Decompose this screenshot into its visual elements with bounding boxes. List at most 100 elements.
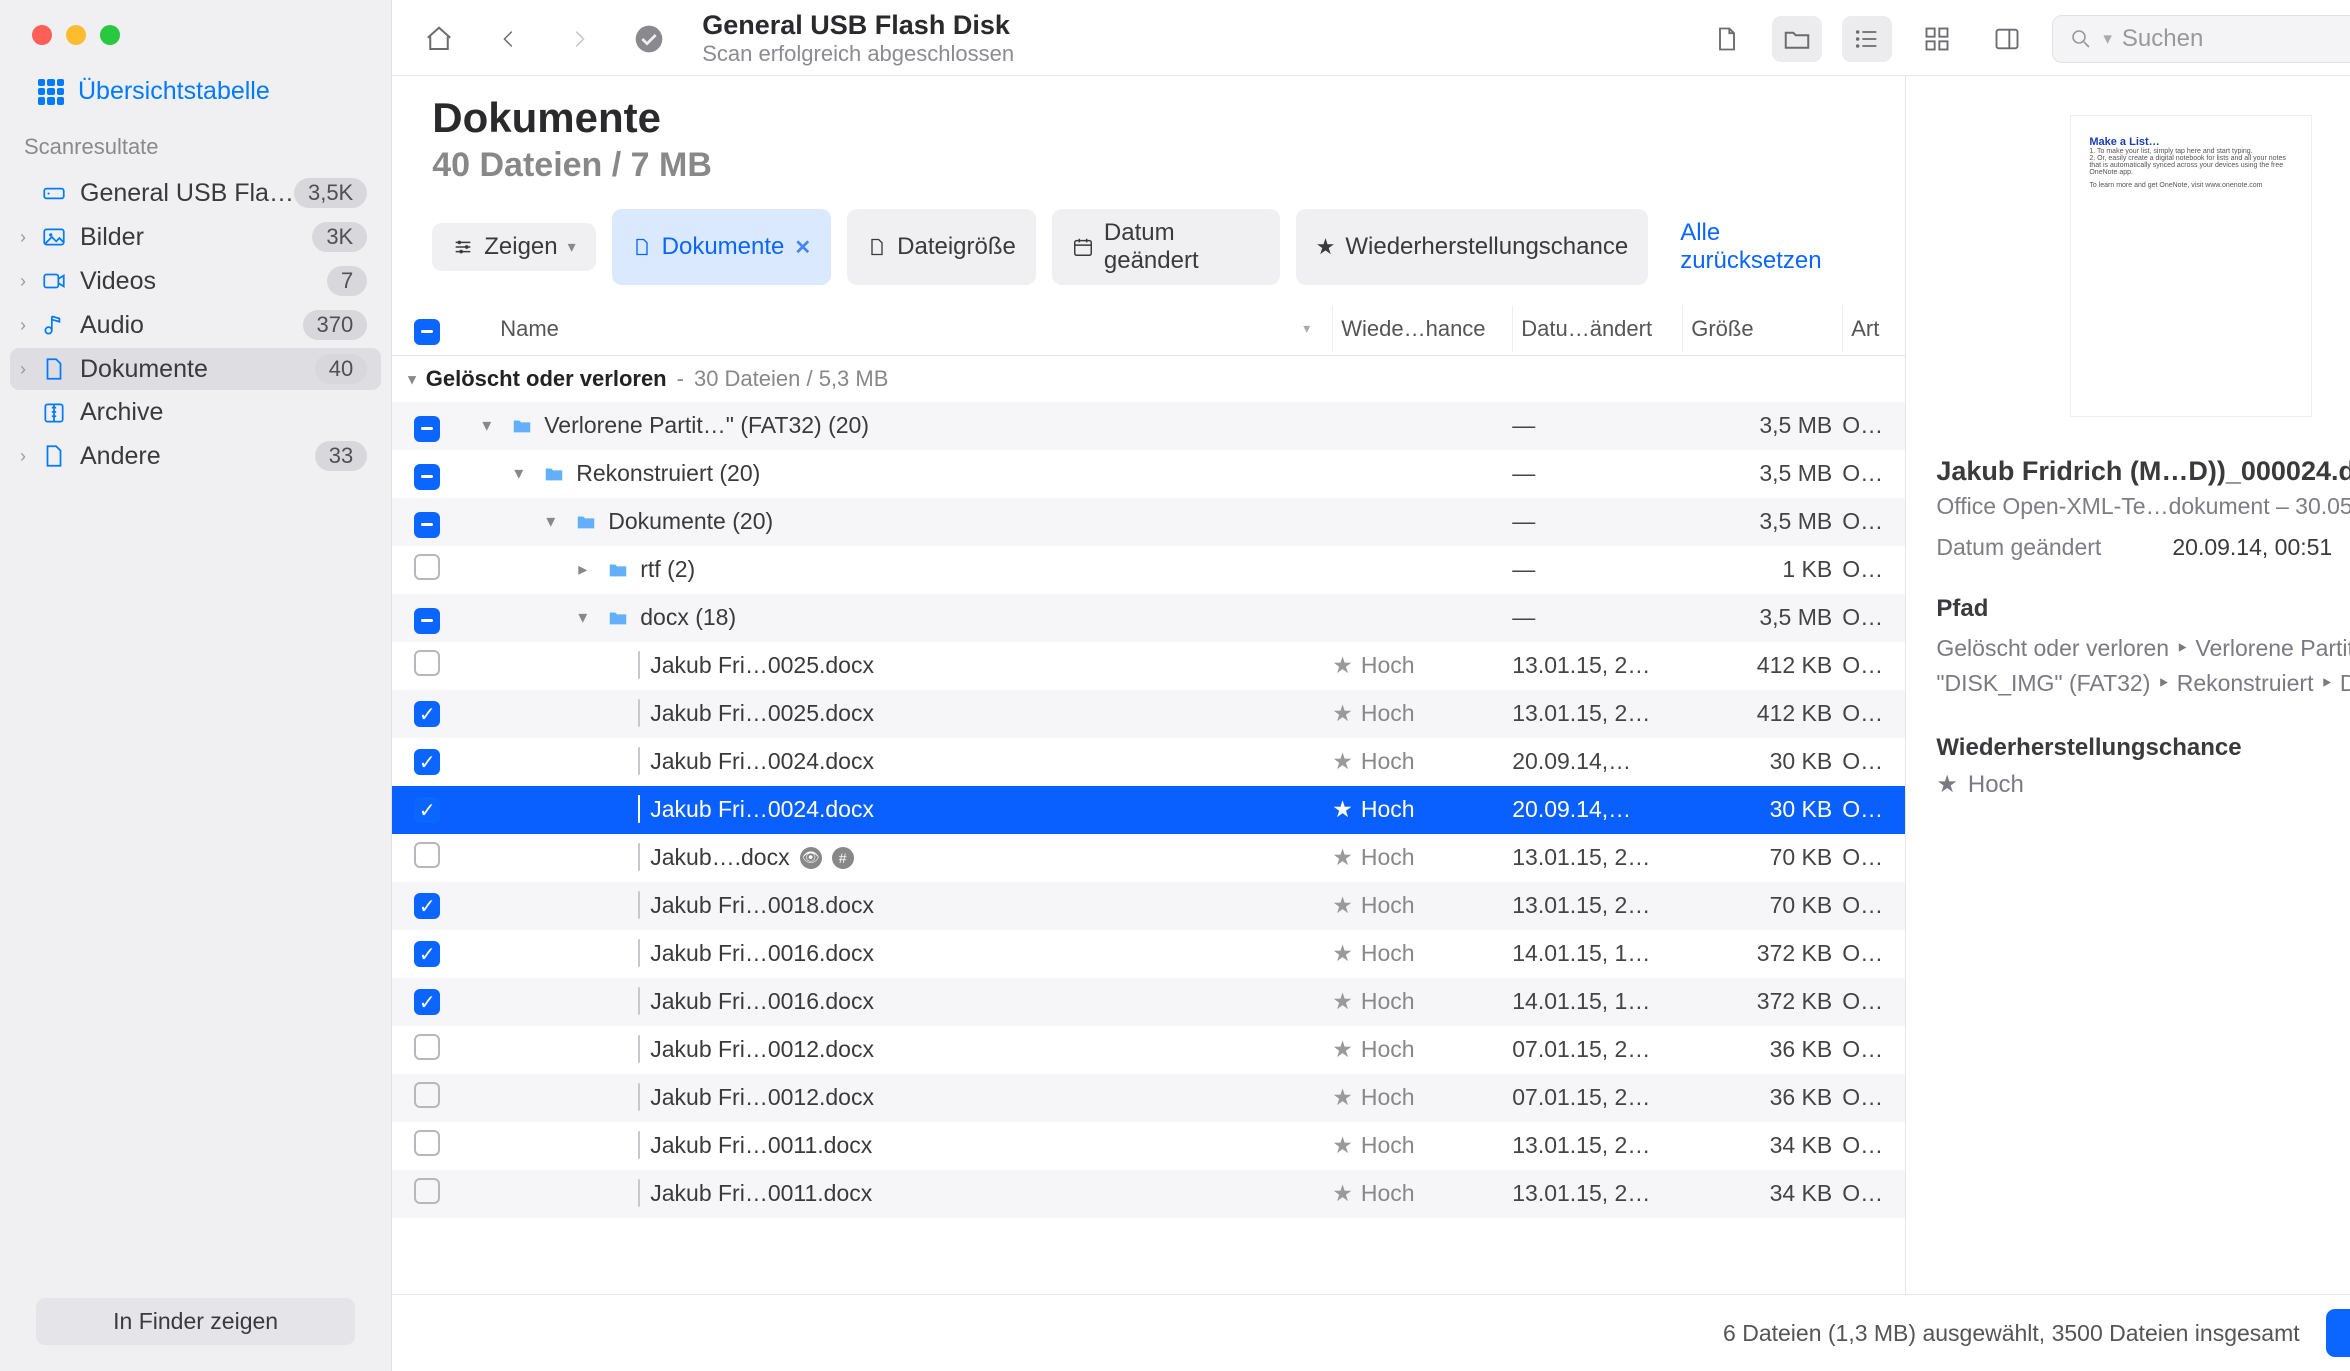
minimize-window-button[interactable] [66,25,86,45]
search-field[interactable]: ▾ Suchen [2052,15,2350,63]
row-checkbox[interactable] [414,608,440,634]
disclosure-icon[interactable]: ▾ [514,463,532,484]
column-size[interactable]: Größe [1682,306,1842,352]
row-checkbox[interactable] [414,464,440,490]
row-size: 412 KB [1682,652,1842,679]
folder-row[interactable]: ▾ Dokumente (20) — 3,5 MB Ordner [392,498,1905,546]
column-kind[interactable]: Art [1842,306,1887,352]
row-checkbox[interactable]: ✓ [414,749,440,775]
sidebar-item-andere[interactable]: › Andere 33 [10,435,381,477]
column-name[interactable]: Name [470,316,1293,342]
row-name: rtf (2) [640,556,695,583]
row-size: 36 KB [1682,1036,1842,1063]
remove-chip-icon[interactable]: ✕ [794,235,811,260]
file-row[interactable]: ✓ Jakub Fri…0025.docx ★Hoch 13.01.15, 2…… [392,690,1905,738]
title-block: General USB Flash Disk Scan erfolgreich … [694,10,1682,67]
file-row[interactable]: Jakub Fri…0012.docx ★Hoch 07.01.15, 2… 3… [392,1026,1905,1074]
row-size: 30 KB [1682,748,1842,775]
file-row[interactable]: ✓ Jakub Fri…0018.docx ★Hoch 13.01.15, 2…… [392,882,1905,930]
row-name: Jakub Fri…0011.docx [650,1180,872,1207]
row-checkbox[interactable]: ✓ [414,701,440,727]
disclosure-icon[interactable]: ▾ [482,415,500,436]
disclosure-icon[interactable]: ▾ [578,607,596,628]
sidebar-item-videos[interactable]: › Videos 7 [10,260,381,302]
recover-button[interactable]: Retten [2326,1309,2350,1357]
filter-chip-wiederherstellungschance[interactable]: ★Wiederherstellungschance [1296,209,1649,285]
row-checkbox[interactable] [414,842,440,868]
row-checkbox[interactable]: ✓ [414,989,440,1015]
sidebar-item-label: Audio [80,311,303,340]
column-date[interactable]: Datu…ändert [1512,306,1682,352]
folder-row[interactable]: ▸ rtf (2) — 1 KB Ordner [392,546,1905,594]
group-header[interactable]: ▾ Gelöscht oder verloren - 30 Dateien / … [392,356,1905,402]
folder-row[interactable]: ▾ Verlorene Partit…" (FAT32) (20) — 3,5 … [392,402,1905,450]
folder-view-button[interactable] [1772,16,1822,62]
row-checkbox[interactable] [414,512,440,538]
file-row[interactable]: Jakub Fri…0025.docx ★Hoch 13.01.15, 2… 4… [392,642,1905,690]
filter-chip-datumgendert[interactable]: Datum geändert [1052,209,1280,285]
file-row[interactable]: ✓ Jakub Fri…0024.docx ★Hoch 20.09.14,… 3… [392,738,1905,786]
filter-chip-dateigre[interactable]: Dateigröße [847,209,1036,285]
back-button[interactable] [484,16,534,62]
chip-icon [1072,236,1094,258]
row-checkbox[interactable] [414,1130,440,1156]
reset-filters-button[interactable]: Alle zurücksetzen [1680,219,1865,275]
toggle-preview-button[interactable] [1982,16,2032,62]
file-row[interactable]: Jakub Fri…0012.docx ★Hoch 07.01.15, 2… 3… [392,1074,1905,1122]
overview-button[interactable]: Übersichtstabelle [0,69,391,128]
row-kind: Office Op… [1842,748,1887,775]
sidebar-item-audio[interactable]: › Audio 370 [10,304,381,346]
sidebar-item-dokumente[interactable]: › Dokumente 40 [10,348,381,390]
row-checkbox[interactable] [414,1034,440,1060]
show-filter-button[interactable]: Zeigen ▾ [432,223,595,271]
row-checkbox[interactable]: ✓ [414,893,440,919]
show-in-finder-button[interactable]: In Finder zeigen [36,1298,355,1345]
file-row[interactable]: Jakub Fri…0011.docx ★Hoch 13.01.15, 2… 3… [392,1122,1905,1170]
disclosure-icon[interactable]: ▸ [578,559,596,580]
disclosure-icon[interactable]: ▾ [546,511,564,532]
row-checkbox[interactable] [414,1178,440,1204]
file-row[interactable]: ✓ Jakub Fri…0024.docx ★Hoch 20.09.14,… 3… [392,786,1905,834]
new-file-button[interactable] [1702,16,1752,62]
drive-icon [40,179,68,207]
chevron-right-icon: › [20,359,40,380]
row-date: — [1512,508,1682,535]
row-name: Rekonstruiert (20) [576,460,760,487]
fullscreen-window-button[interactable] [100,25,120,45]
filter-chip-dokumente[interactable]: Dokumente✕ [612,209,832,285]
grid-view-button[interactable] [1912,16,1962,62]
sort-indicator-icon[interactable]: ▾ [1303,320,1324,337]
file-row[interactable]: Jakub Fri…0011.docx ★Hoch 13.01.15, 2… 3… [392,1170,1905,1218]
sidebar-item-archive[interactable]: › Archive [10,392,381,433]
file-icon [638,940,640,967]
select-all-checkbox[interactable] [392,303,462,355]
chevron-down-icon: ▾ [2103,29,2112,49]
file-row[interactable]: Jakub….docx 👁# ★Hoch 13.01.15, 2… 70 KB … [392,834,1905,882]
folder-icon [606,607,630,629]
row-checkbox[interactable] [414,554,440,580]
preview-badge-icon: 👁 [800,847,822,869]
row-checkbox[interactable]: ✓ [414,941,440,967]
folder-row[interactable]: ▾ docx (18) — 3,5 MB Ordner [392,594,1905,642]
file-row[interactable]: ✓ Jakub Fri…0016.docx ★Hoch 14.01.15, 1…… [392,930,1905,978]
forward-button[interactable] [554,16,604,62]
row-checkbox[interactable] [414,416,440,442]
sidebar-item-bilder[interactable]: › Bilder 3K [10,216,381,258]
row-checkbox[interactable]: ✓ [414,797,440,823]
close-window-button[interactable] [32,25,52,45]
column-chance[interactable]: Wiede…hance [1332,306,1512,352]
row-checkbox[interactable] [414,650,440,676]
star-icon: ★ [1936,770,1958,799]
chip-icon: ★ [1316,233,1336,261]
overview-label: Übersichtstabelle [78,77,270,106]
list-view-button[interactable] [1842,16,1892,62]
home-button[interactable] [414,16,464,62]
sidebar-item-generalusbfla[interactable]: › General USB Fla… 3,5K [10,172,381,214]
row-checkbox[interactable] [414,1082,440,1108]
page-subtitle: 40 Dateien / 7 MB [432,146,1865,185]
row-date: 14.01.15, 1… [1512,940,1682,967]
row-date: — [1512,412,1682,439]
sidebar-section-label: Scanresultate [0,128,391,170]
file-row[interactable]: ✓ Jakub Fri…0016.docx ★Hoch 14.01.15, 1…… [392,978,1905,1026]
folder-row[interactable]: ▾ Rekonstruiert (20) — 3,5 MB Ordner [392,450,1905,498]
